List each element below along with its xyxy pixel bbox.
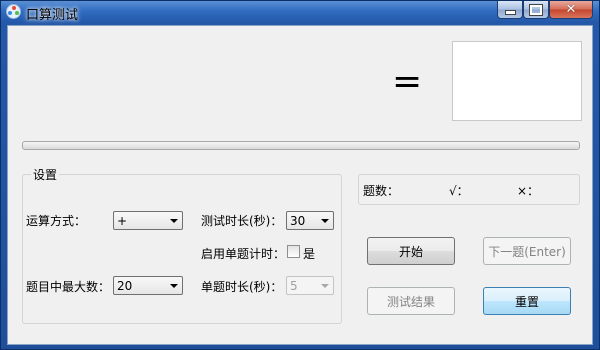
app-icon	[6, 4, 21, 19]
reset-button-label: 重置	[514, 294, 539, 309]
minimize-icon	[504, 10, 516, 15]
answer-display-box	[452, 41, 582, 121]
minimize-button[interactable]	[497, 1, 523, 19]
start-button[interactable]: 开始	[367, 237, 455, 265]
dropdown-arrow-icon	[321, 284, 329, 288]
close-icon: ✕	[565, 1, 577, 17]
next-question-button-label: 下一题(Enter)	[488, 244, 566, 259]
next-question-button[interactable]: 下一题(Enter)	[483, 237, 571, 265]
duration-value: 30	[290, 214, 306, 228]
equals-sign: =	[392, 61, 423, 102]
test-result-button[interactable]: 测试结果	[367, 287, 455, 315]
close-button[interactable]: ✕	[549, 1, 593, 19]
dropdown-arrow-icon	[170, 219, 178, 223]
operation-label: 运算方式：	[26, 214, 87, 228]
correct-count-label: √：	[449, 184, 469, 198]
operation-select[interactable]: +	[113, 211, 183, 230]
settings-group-title: 设置	[31, 166, 60, 183]
max-number-select[interactable]: 20	[113, 276, 183, 295]
per-question-duration-value: 5	[290, 279, 298, 293]
start-button-label: 开始	[398, 244, 423, 259]
per-question-timer-option: 是	[303, 247, 316, 261]
per-question-duration-select[interactable]: 5	[286, 276, 334, 295]
per-question-timer-label: 启用单题计时：	[201, 247, 286, 261]
reset-button[interactable]: 重置	[483, 287, 571, 315]
client-area: = 设置 运算方式： + 测试时长(秒)： 30 启用单题计时： 是 题目中最大…	[7, 25, 593, 345]
duration-select[interactable]: 30	[286, 211, 334, 230]
duration-label: 测试时长(秒)：	[201, 214, 283, 228]
maximize-icon	[529, 3, 543, 16]
maximize-button[interactable]	[523, 1, 549, 19]
question-count-label: 题数：	[363, 184, 400, 198]
dropdown-arrow-icon	[321, 219, 329, 223]
max-number-label: 题目中最大数：	[26, 280, 111, 294]
time-progress-bar	[22, 141, 580, 150]
per-question-duration-label: 单题时长(秒)：	[201, 280, 283, 294]
max-number-value: 20	[117, 279, 133, 293]
per-question-timer-checkbox[interactable]	[287, 245, 300, 258]
test-result-button-label: 测试结果	[386, 294, 435, 309]
operation-value: +	[117, 214, 128, 228]
wrong-count-label: ×：	[517, 184, 540, 198]
title-bar[interactable]: 口算测试 ✕	[1, 1, 600, 23]
dropdown-arrow-icon	[170, 284, 178, 288]
window-title: 口算测试	[26, 8, 79, 23]
app-window: 口算测试 ✕ = 设置 运算方式： + 测试时长(秒)： 30 启用单题计时： …	[0, 0, 600, 350]
